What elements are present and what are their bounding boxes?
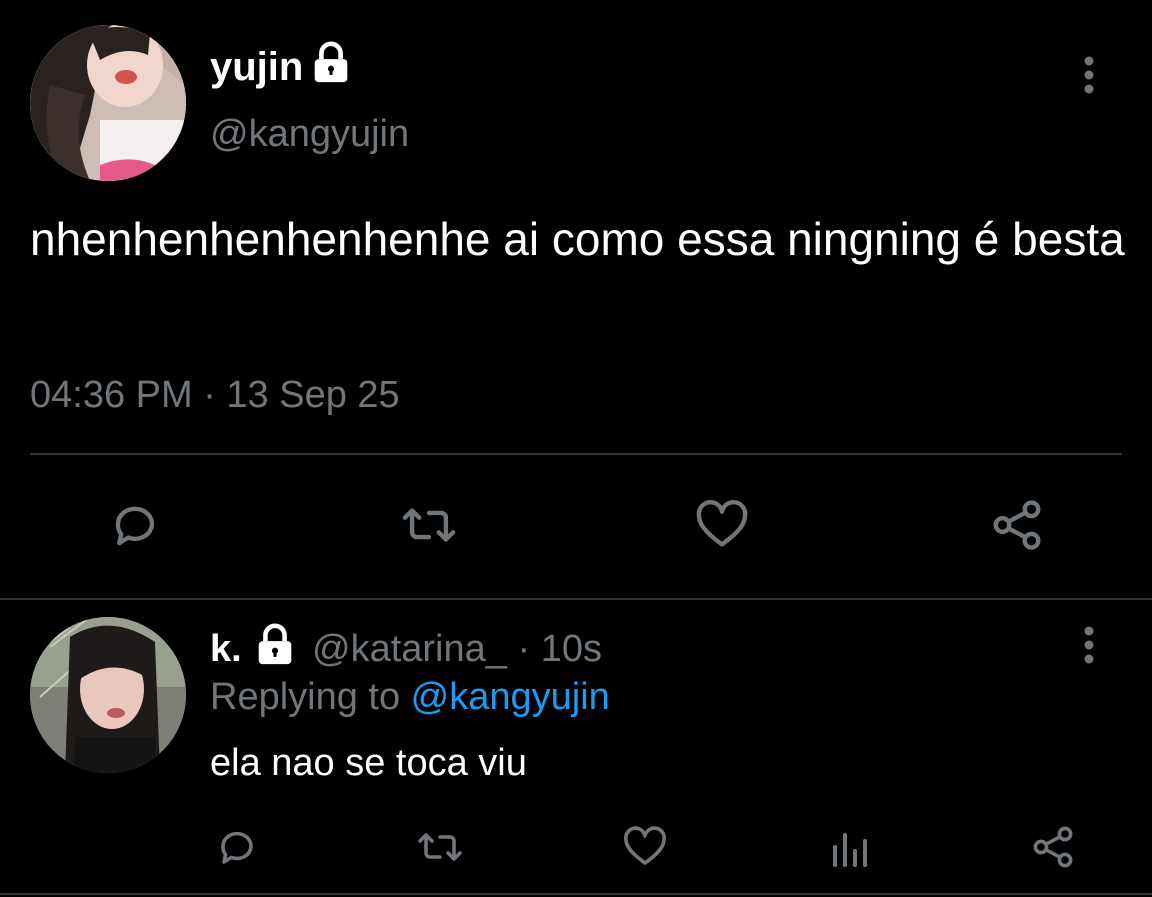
replying-handle-link[interactable]: @kangyujin [411,676,610,718]
reply-meta: @katarina_ · 10s [312,626,602,672]
reply-handle[interactable]: @katarina_ [312,628,507,670]
reply-display-name[interactable]: k. [210,626,242,672]
avatar-image [30,617,186,773]
replying-prefix: Replying to [210,676,411,718]
meta-separator: · [506,628,541,670]
like-icon [696,500,748,547]
analytics-button[interactable] [814,812,884,882]
replying-to: Replying to @kangyujin [210,674,610,720]
main-display-name[interactable]: yujin [210,44,303,90]
reply-button[interactable] [100,490,170,560]
bottom-divider [0,893,1152,895]
main-tweet-text: nhenhenhenhenhenhe ai como essa ningning… [30,213,1125,265]
more-options-icon[interactable] [1074,622,1104,668]
share-button[interactable] [1018,812,1088,882]
reply-icon [115,506,155,546]
reply-button[interactable] [202,812,272,882]
share-icon [993,500,1041,550]
retweet-button[interactable] [394,490,464,560]
reply-icon [221,831,253,864]
share-icon [1033,826,1073,868]
lock-icon [252,622,298,668]
share-button[interactable] [982,490,1052,560]
analytics-icon [833,833,867,867]
reply-avatar[interactable] [30,617,186,773]
more-options-icon[interactable] [1074,52,1104,98]
retweet-icon [402,508,456,542]
retweet-button[interactable] [405,812,475,882]
lock-icon [308,40,354,86]
tweet-divider [0,598,1152,600]
main-avatar[interactable] [30,25,186,181]
main-timestamp[interactable]: 04:36 PM · 13 Sep 25 [30,372,400,418]
divider [30,453,1122,455]
main-handle[interactable]: @kangyujin [210,112,409,156]
reply-time[interactable]: 10s [541,628,602,670]
main-tweet: yujin @kangyujin nhenhenhenhenhenhe ai c… [0,0,1152,598]
reply-tweet-text: ela nao se toca viu [210,742,527,784]
like-button[interactable] [610,812,680,882]
like-icon [624,826,666,865]
like-button[interactable] [687,490,757,560]
retweet-icon [418,833,462,861]
avatar-image [30,25,186,181]
